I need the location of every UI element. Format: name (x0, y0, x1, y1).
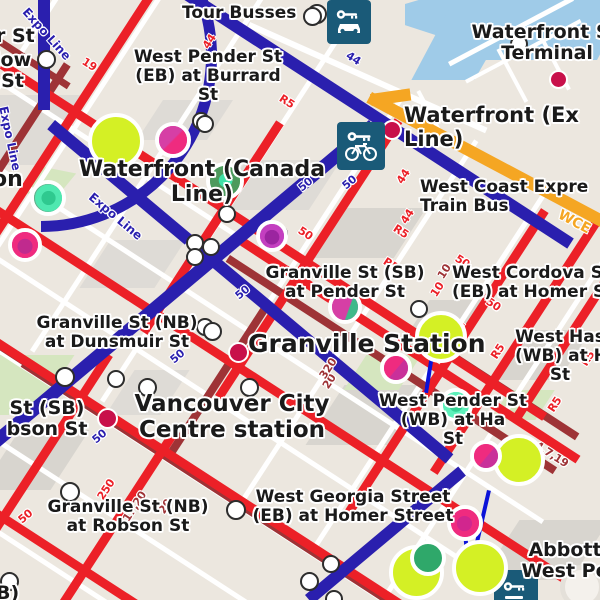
label-west-pender-hamilton: West Pender St (WB) at Ha St (378, 391, 528, 450)
bus-stop-marker[interactable] (55, 367, 75, 387)
bus-stop-marker[interactable] (303, 7, 322, 26)
label-granville-nb-robson: Granville St (NB) at Robson St (47, 497, 209, 537)
label-west-georgia-homer: West Georgia Street (EB) at Homer Street (252, 487, 454, 527)
map-marker-magenta[interactable] (8, 228, 42, 262)
bus-stop-marker[interactable] (37, 50, 56, 69)
label-west-hastings: West Has (WB) at H St (515, 327, 600, 386)
label-abbott-west-pender: Abbott West Pe (521, 539, 600, 583)
map-marker-teal[interactable] (30, 180, 66, 216)
label-granville-sb-robson: St (SB) bson St (6, 397, 88, 441)
label-tour-busses: Tour Busses (182, 3, 297, 23)
map-canvas[interactable]: 19 44 44 44 44 R5 R5 R5 R5 R5 R5 R5 50 5… (0, 0, 600, 600)
bus-stop-marker[interactable] (107, 370, 125, 388)
car-rental-poi[interactable] (327, 0, 371, 44)
map-marker-purple[interactable] (256, 220, 288, 252)
label-west-cordova-homer: West Cordova S (EB) at Homer S (452, 263, 600, 303)
bus-stop-marker[interactable] (196, 115, 214, 133)
label-pender-at-burrard: West Pender St (EB) at Burrard St (133, 47, 283, 106)
bus-stop-marker[interactable] (218, 205, 236, 223)
label-clip-on: on (0, 167, 23, 192)
bike-rental-poi[interactable] (337, 122, 385, 170)
label-west-coast-express: West Coast Expre Train Bus (420, 177, 589, 217)
bus-stop-marker[interactable] (322, 555, 340, 573)
label-clip-low-st: low St (0, 49, 32, 93)
label-clip-r-st: r St (0, 25, 35, 47)
map-marker-green[interactable] (410, 540, 446, 576)
map-marker-lime[interactable] (452, 540, 508, 596)
label-granville-station: Granville Station (248, 329, 486, 358)
label-granville-dunsmuir: Granville St (NB) at Dunsmuir St (36, 313, 198, 353)
station-dot-waterfront-expo[interactable] (382, 120, 402, 140)
station-dot-granville[interactable] (228, 342, 249, 363)
bus-stop-marker[interactable] (300, 572, 319, 591)
bike-rental-icon (345, 132, 377, 161)
label-clip-b: B) (0, 582, 20, 600)
car-rental-icon (336, 10, 360, 34)
station-dot-seabus[interactable] (549, 70, 568, 89)
bus-stop-marker[interactable] (186, 248, 204, 266)
bus-stop-marker[interactable] (202, 238, 220, 256)
label-waterfront-seabus-terminal: Waterfront Se Terminal (471, 21, 600, 65)
map-marker-magenta[interactable] (155, 122, 191, 158)
label-granville-pender: Granville St (SB) at Pender St (265, 263, 425, 303)
label-vancouver-city-centre: Vancouver City Centre station (134, 391, 330, 443)
label-waterfront-canada-line: Waterfront (Canada Line) (78, 157, 326, 207)
label-waterfront-expo-line: Waterfront (Ex Line) (404, 103, 579, 151)
